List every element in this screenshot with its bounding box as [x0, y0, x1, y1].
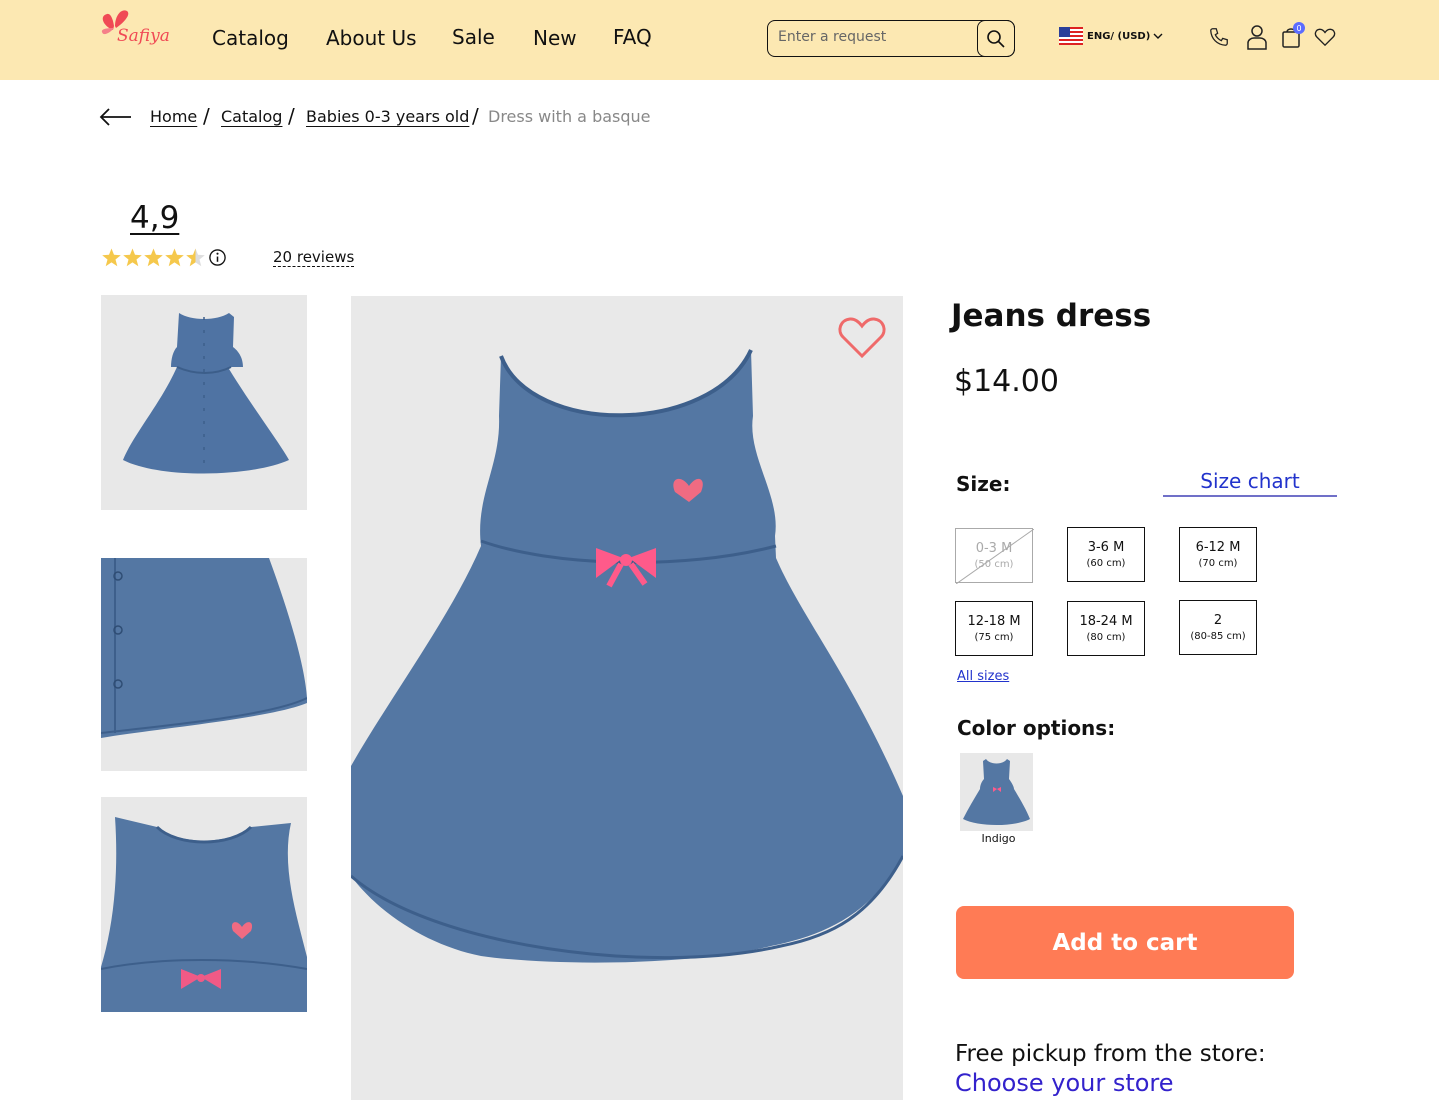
- size-option-12-18m[interactable]: 12-18 M (75 cm): [955, 601, 1033, 656]
- reviews-link[interactable]: 20 reviews: [273, 248, 355, 267]
- star-icon: [186, 248, 205, 267]
- account-button[interactable]: [1245, 24, 1269, 50]
- rating-value: 4,9: [130, 200, 180, 236]
- size-option-6-12m[interactable]: 6-12 M (70 cm): [1179, 527, 1257, 582]
- size-label: Size:: [956, 472, 1011, 496]
- chevron-down-icon: [1153, 33, 1163, 39]
- nav-about-us[interactable]: About Us: [326, 26, 417, 50]
- add-to-cart-button[interactable]: Add to cart: [956, 906, 1294, 979]
- breadcrumb-separator: /: [288, 104, 295, 128]
- pickup-text: Free pickup from the store:: [955, 1041, 1266, 1067]
- size-cm: (75 cm): [974, 632, 1014, 643]
- size-cm: (70 cm): [1198, 558, 1238, 569]
- nav-new[interactable]: New: [533, 26, 577, 50]
- jeans-dress-image: [351, 349, 903, 963]
- breadcrumb-catalog[interactable]: Catalog: [221, 107, 282, 126]
- thumbnail-front[interactable]: [101, 295, 307, 510]
- unavailable-strike: [956, 529, 1034, 584]
- breadcrumb-separator: /: [472, 104, 479, 128]
- us-flag-icon: [1059, 27, 1083, 45]
- size-cm: (60 cm): [1086, 558, 1126, 569]
- size-value: 6-12 M: [1195, 540, 1241, 555]
- back-arrow-icon[interactable]: [99, 106, 133, 128]
- breadcrumb-babies[interactable]: Babies 0-3 years old: [306, 107, 469, 126]
- search-box: [767, 20, 1015, 57]
- search-input[interactable]: [778, 29, 978, 45]
- nav-catalog[interactable]: Catalog: [212, 26, 289, 50]
- info-icon[interactable]: [208, 248, 227, 267]
- nav-sale[interactable]: Sale: [452, 25, 495, 49]
- size-option-3-6m[interactable]: 3-6 M (60 cm): [1067, 527, 1145, 582]
- size-value: 18-24 M: [1079, 614, 1133, 629]
- product-title: Jeans dress: [951, 298, 1152, 334]
- phone-button[interactable]: [1207, 24, 1231, 50]
- star-icon: [165, 248, 184, 267]
- skirt-detail-image: [101, 558, 307, 738]
- wishlist-button[interactable]: [1313, 24, 1337, 50]
- color-name: Indigo: [981, 832, 1016, 845]
- star-icon: [144, 248, 163, 267]
- cart-button[interactable]: 0: [1279, 22, 1305, 50]
- thumbnail-skirt-detail[interactable]: [101, 558, 307, 771]
- language-label: ENG/ (USD): [1087, 30, 1151, 42]
- choose-store-link[interactable]: Choose your store: [955, 1069, 1174, 1097]
- product-main-image: [351, 296, 903, 1100]
- search-button[interactable]: [977, 20, 1015, 57]
- color-swatch-indigo[interactable]: [960, 753, 1033, 831]
- bodice-detail-image: [101, 817, 307, 1012]
- color-options-label: Color options:: [957, 716, 1116, 740]
- star-icon: [102, 248, 121, 267]
- search-icon: [987, 29, 1005, 48]
- heart-icon[interactable]: [837, 313, 887, 361]
- size-chart-link[interactable]: Size chart: [1163, 469, 1337, 497]
- size-option-2[interactable]: 2 (80-85 cm): [1179, 600, 1257, 655]
- star-icon: [123, 248, 142, 267]
- dress-thumbnail-image: [123, 313, 289, 474]
- breadcrumb-separator: /: [203, 104, 210, 128]
- all-sizes-link[interactable]: All sizes: [957, 669, 1009, 684]
- size-option-18-24m[interactable]: 18-24 M (80 cm): [1067, 601, 1145, 656]
- user-icon: [1247, 25, 1267, 50]
- size-value: 3-6 M: [1087, 540, 1125, 555]
- product-price: $14.00: [954, 364, 1059, 399]
- logo[interactable]: Safiya: [99, 6, 179, 56]
- nav-faq[interactable]: FAQ: [613, 25, 652, 49]
- logo-text: Safiya: [117, 26, 170, 46]
- size-value: 2: [1213, 613, 1223, 628]
- phone-icon: [1210, 28, 1228, 46]
- size-value: 12-18 M: [967, 614, 1021, 629]
- dress-swatch-image: [963, 759, 1030, 825]
- thumbnail-bodice-detail[interactable]: [101, 797, 307, 1012]
- rating-stars: [101, 247, 206, 268]
- size-cm: (80-85 cm): [1190, 631, 1246, 642]
- language-currency-selector[interactable]: ENG/ (USD): [1059, 25, 1164, 47]
- breadcrumb-home[interactable]: Home: [150, 107, 197, 126]
- site-header: Safiya Catalog About Us Sale New FAQ ENG…: [0, 0, 1439, 80]
- size-option-0-3m: 0-3 M (50 cm): [955, 528, 1034, 584]
- breadcrumb-current: Dress with a basque: [488, 107, 651, 126]
- heart-icon: [1314, 28, 1336, 47]
- size-cm: (80 cm): [1086, 632, 1126, 643]
- cart-count-badge: 0: [1293, 22, 1305, 34]
